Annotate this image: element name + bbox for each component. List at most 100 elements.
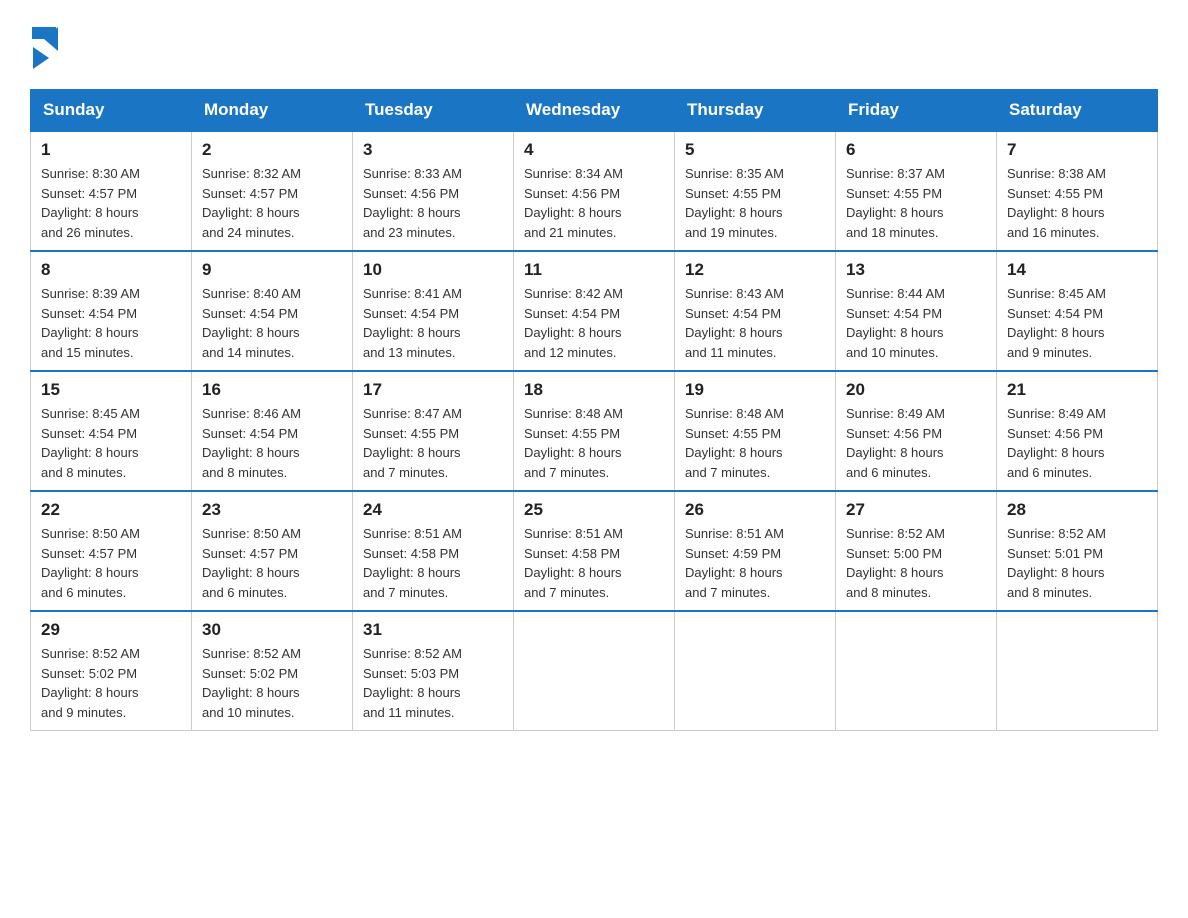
day-info: Sunrise: 8:30 AM Sunset: 4:57 PM Dayligh… [41,164,181,242]
calendar-week-row: 29 Sunrise: 8:52 AM Sunset: 5:02 PM Dayl… [31,611,1158,731]
logo-chevron-icon [33,47,49,69]
day-info: Sunrise: 8:32 AM Sunset: 4:57 PM Dayligh… [202,164,342,242]
day-info: Sunrise: 8:41 AM Sunset: 4:54 PM Dayligh… [363,284,503,362]
day-info: Sunrise: 8:39 AM Sunset: 4:54 PM Dayligh… [41,284,181,362]
day-number: 5 [685,140,825,160]
calendar-cell-day-26: 26 Sunrise: 8:51 AM Sunset: 4:59 PM Dayl… [675,491,836,611]
day-info: Sunrise: 8:48 AM Sunset: 4:55 PM Dayligh… [524,404,664,482]
empty-cell [514,611,675,731]
day-number: 26 [685,500,825,520]
day-number: 7 [1007,140,1147,160]
day-number: 30 [202,620,342,640]
empty-cell [997,611,1158,731]
day-number: 20 [846,380,986,400]
calendar-cell-day-8: 8 Sunrise: 8:39 AM Sunset: 4:54 PM Dayli… [31,251,192,371]
day-info: Sunrise: 8:37 AM Sunset: 4:55 PM Dayligh… [846,164,986,242]
day-info: Sunrise: 8:52 AM Sunset: 5:03 PM Dayligh… [363,644,503,722]
day-number: 4 [524,140,664,160]
day-number: 19 [685,380,825,400]
calendar-cell-day-12: 12 Sunrise: 8:43 AM Sunset: 4:54 PM Dayl… [675,251,836,371]
calendar-cell-day-15: 15 Sunrise: 8:45 AM Sunset: 4:54 PM Dayl… [31,371,192,491]
day-number: 1 [41,140,181,160]
day-number: 6 [846,140,986,160]
day-info: Sunrise: 8:45 AM Sunset: 4:54 PM Dayligh… [41,404,181,482]
calendar-cell-day-25: 25 Sunrise: 8:51 AM Sunset: 4:58 PM Dayl… [514,491,675,611]
day-number: 3 [363,140,503,160]
calendar-week-row: 22 Sunrise: 8:50 AM Sunset: 4:57 PM Dayl… [31,491,1158,611]
calendar-cell-day-30: 30 Sunrise: 8:52 AM Sunset: 5:02 PM Dayl… [192,611,353,731]
day-number: 17 [363,380,503,400]
calendar-cell-day-24: 24 Sunrise: 8:51 AM Sunset: 4:58 PM Dayl… [353,491,514,611]
day-info: Sunrise: 8:47 AM Sunset: 4:55 PM Dayligh… [363,404,503,482]
empty-cell [836,611,997,731]
calendar-cell-day-19: 19 Sunrise: 8:48 AM Sunset: 4:55 PM Dayl… [675,371,836,491]
day-info: Sunrise: 8:49 AM Sunset: 4:56 PM Dayligh… [1007,404,1147,482]
day-info: Sunrise: 8:51 AM Sunset: 4:58 PM Dayligh… [363,524,503,602]
calendar-header-thursday: Thursday [675,90,836,132]
calendar-cell-day-31: 31 Sunrise: 8:52 AM Sunset: 5:03 PM Dayl… [353,611,514,731]
day-info: Sunrise: 8:52 AM Sunset: 5:00 PM Dayligh… [846,524,986,602]
calendar-cell-day-5: 5 Sunrise: 8:35 AM Sunset: 4:55 PM Dayli… [675,131,836,251]
calendar-header-friday: Friday [836,90,997,132]
day-number: 28 [1007,500,1147,520]
calendar-cell-day-22: 22 Sunrise: 8:50 AM Sunset: 4:57 PM Dayl… [31,491,192,611]
calendar-header-tuesday: Tuesday [353,90,514,132]
day-info: Sunrise: 8:45 AM Sunset: 4:54 PM Dayligh… [1007,284,1147,362]
calendar-cell-day-23: 23 Sunrise: 8:50 AM Sunset: 4:57 PM Dayl… [192,491,353,611]
day-info: Sunrise: 8:42 AM Sunset: 4:54 PM Dayligh… [524,284,664,362]
day-number: 12 [685,260,825,280]
day-info: Sunrise: 8:50 AM Sunset: 4:57 PM Dayligh… [202,524,342,602]
day-number: 31 [363,620,503,640]
day-number: 9 [202,260,342,280]
calendar-cell-day-13: 13 Sunrise: 8:44 AM Sunset: 4:54 PM Dayl… [836,251,997,371]
day-number: 22 [41,500,181,520]
day-number: 24 [363,500,503,520]
calendar-header-saturday: Saturday [997,90,1158,132]
calendar-cell-day-2: 2 Sunrise: 8:32 AM Sunset: 4:57 PM Dayli… [192,131,353,251]
day-info: Sunrise: 8:43 AM Sunset: 4:54 PM Dayligh… [685,284,825,362]
day-info: Sunrise: 8:50 AM Sunset: 4:57 PM Dayligh… [41,524,181,602]
day-info: Sunrise: 8:52 AM Sunset: 5:01 PM Dayligh… [1007,524,1147,602]
day-info: Sunrise: 8:44 AM Sunset: 4:54 PM Dayligh… [846,284,986,362]
day-number: 25 [524,500,664,520]
calendar-cell-day-11: 11 Sunrise: 8:42 AM Sunset: 4:54 PM Dayl… [514,251,675,371]
page-header [30,20,1158,69]
calendar-cell-day-6: 6 Sunrise: 8:37 AM Sunset: 4:55 PM Dayli… [836,131,997,251]
calendar-cell-day-27: 27 Sunrise: 8:52 AM Sunset: 5:00 PM Dayl… [836,491,997,611]
day-info: Sunrise: 8:52 AM Sunset: 5:02 PM Dayligh… [202,644,342,722]
calendar-cell-day-29: 29 Sunrise: 8:52 AM Sunset: 5:02 PM Dayl… [31,611,192,731]
day-info: Sunrise: 8:35 AM Sunset: 4:55 PM Dayligh… [685,164,825,242]
calendar-week-row: 1 Sunrise: 8:30 AM Sunset: 4:57 PM Dayli… [31,131,1158,251]
calendar-cell-day-9: 9 Sunrise: 8:40 AM Sunset: 4:54 PM Dayli… [192,251,353,371]
calendar-week-row: 15 Sunrise: 8:45 AM Sunset: 4:54 PM Dayl… [31,371,1158,491]
calendar-cell-day-17: 17 Sunrise: 8:47 AM Sunset: 4:55 PM Dayl… [353,371,514,491]
logo [30,20,58,69]
day-number: 21 [1007,380,1147,400]
calendar-header-wednesday: Wednesday [514,90,675,132]
day-number: 16 [202,380,342,400]
day-number: 14 [1007,260,1147,280]
day-number: 11 [524,260,664,280]
calendar-table: SundayMondayTuesdayWednesdayThursdayFrid… [30,89,1158,731]
empty-cell [675,611,836,731]
calendar-cell-day-1: 1 Sunrise: 8:30 AM Sunset: 4:57 PM Dayli… [31,131,192,251]
day-info: Sunrise: 8:49 AM Sunset: 4:56 PM Dayligh… [846,404,986,482]
day-number: 27 [846,500,986,520]
day-info: Sunrise: 8:33 AM Sunset: 4:56 PM Dayligh… [363,164,503,242]
day-number: 23 [202,500,342,520]
calendar-cell-day-20: 20 Sunrise: 8:49 AM Sunset: 4:56 PM Dayl… [836,371,997,491]
calendar-cell-day-10: 10 Sunrise: 8:41 AM Sunset: 4:54 PM Dayl… [353,251,514,371]
day-info: Sunrise: 8:34 AM Sunset: 4:56 PM Dayligh… [524,164,664,242]
calendar-cell-day-7: 7 Sunrise: 8:38 AM Sunset: 4:55 PM Dayli… [997,131,1158,251]
calendar-cell-day-18: 18 Sunrise: 8:48 AM Sunset: 4:55 PM Dayl… [514,371,675,491]
calendar-header-row: SundayMondayTuesdayWednesdayThursdayFrid… [31,90,1158,132]
calendar-cell-day-14: 14 Sunrise: 8:45 AM Sunset: 4:54 PM Dayl… [997,251,1158,371]
day-number: 15 [41,380,181,400]
calendar-header-monday: Monday [192,90,353,132]
day-info: Sunrise: 8:46 AM Sunset: 4:54 PM Dayligh… [202,404,342,482]
calendar-cell-day-21: 21 Sunrise: 8:49 AM Sunset: 4:56 PM Dayl… [997,371,1158,491]
day-info: Sunrise: 8:40 AM Sunset: 4:54 PM Dayligh… [202,284,342,362]
day-info: Sunrise: 8:52 AM Sunset: 5:02 PM Dayligh… [41,644,181,722]
day-number: 2 [202,140,342,160]
calendar-header-sunday: Sunday [31,90,192,132]
